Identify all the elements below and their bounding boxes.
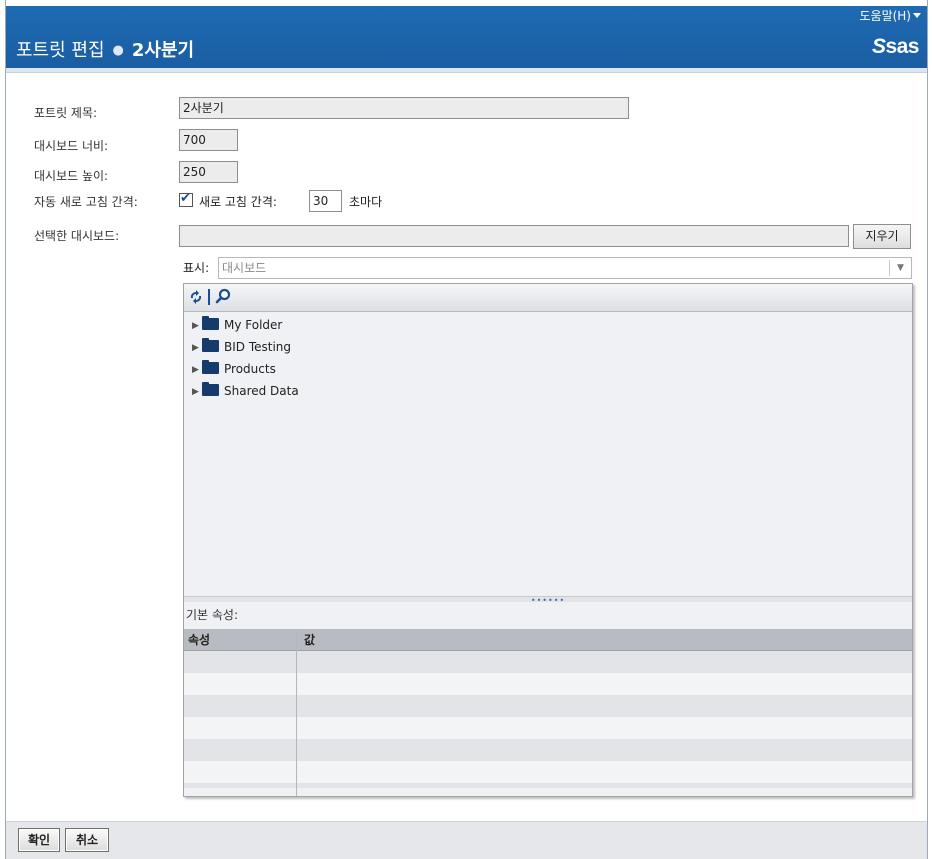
tree-item-my-folder[interactable]: ▶ My Folder	[192, 316, 283, 336]
ok-button[interactable]: 확인	[18, 828, 60, 852]
dialog-footer: 확인 취소	[6, 821, 927, 859]
title-subtitle: 2사분기	[131, 40, 195, 61]
basic-properties-label: 기본 속성:	[184, 603, 912, 629]
table-row	[184, 717, 912, 739]
tree-item-bid-testing[interactable]: ▶ BID Testing	[192, 338, 292, 358]
tree-item-label: Products	[224, 362, 276, 376]
folder-icon	[202, 316, 219, 330]
refresh-interval-unit: 초마다	[349, 195, 383, 209]
portlet-edit-window: 도움말(H) 포트릿 편집 ● 2사분기 Ssas 포트릿 제목: 2사분기 대시보…	[5, 0, 928, 859]
help-label: 도움말(H)	[859, 9, 911, 23]
sas-logo: Ssas	[871, 35, 920, 59]
browser-toolbar	[184, 284, 912, 312]
sas-logo-mark-icon: S	[871, 35, 886, 58]
folder-tree: ▶ My Folder ▶ BID Testing ▶ Products ▶ Share…	[184, 313, 912, 596]
table-row	[184, 651, 912, 673]
expand-arrow-icon[interactable]: ▶	[192, 365, 202, 375]
dashboard-height-label: 대시보드 높이:	[34, 169, 109, 183]
portlet-title-input[interactable]: 2사분기	[179, 97, 629, 119]
properties-table: 속성 값	[184, 629, 912, 796]
column-header-value[interactable]: 값	[304, 629, 315, 651]
expand-arrow-icon[interactable]: ▶	[192, 343, 202, 353]
folder-icon	[202, 338, 219, 352]
title-separator-icon: ●	[112, 43, 124, 58]
chevron-down-icon	[913, 13, 921, 18]
show-label: 표시:	[183, 261, 210, 275]
dashboard-width-label: 대시보드 너비:	[34, 139, 109, 153]
refresh-interval-input[interactable]: 30	[309, 190, 342, 212]
refresh-icon[interactable]	[188, 289, 204, 305]
dashboard-browser-panel: ▶ My Folder ▶ BID Testing ▶ Products ▶ Share…	[183, 283, 913, 797]
dashboard-width-input[interactable]: 700	[179, 129, 238, 151]
page-title: 포트릿 편집 ● 2사분기	[16, 36, 194, 62]
header-divider	[6, 68, 927, 73]
table-row	[184, 695, 912, 717]
auto-refresh-label: 자동 새로 고침 간격:	[34, 195, 138, 209]
portlet-title-label: 포트릿 제목:	[34, 106, 98, 120]
show-select[interactable]: 대시보드 ▼	[218, 257, 912, 279]
tree-item-shared-data[interactable]: ▶ Shared Data	[192, 382, 299, 402]
tree-item-label: My Folder	[224, 318, 283, 332]
search-icon[interactable]	[215, 288, 231, 304]
dropdown-arrow-icon[interactable]: ▼	[889, 260, 911, 276]
tree-item-products[interactable]: ▶ Products	[192, 360, 276, 380]
panel-splitter[interactable]: ••••••	[184, 596, 912, 605]
tree-item-label: Shared Data	[224, 384, 299, 398]
column-divider	[296, 629, 297, 796]
table-row	[184, 739, 912, 761]
expand-arrow-icon[interactable]: ▶	[192, 387, 202, 397]
folder-icon	[202, 360, 219, 374]
tree-item-label: BID Testing	[224, 340, 292, 354]
auto-refresh-checkbox[interactable]	[179, 191, 193, 207]
table-row	[184, 673, 912, 695]
dashboard-height-input[interactable]: 250	[179, 161, 238, 183]
folder-icon	[202, 382, 219, 396]
show-select-value: 대시보드	[222, 261, 267, 275]
help-menu[interactable]: 도움말(H)	[859, 7, 921, 24]
refresh-interval-label: 새로 고침 간격:	[199, 195, 277, 209]
sas-logo-text: sas	[885, 35, 919, 58]
title-text: 포트릿 편집	[16, 40, 105, 61]
clear-button[interactable]: 지우기	[853, 224, 911, 249]
selected-dashboard-label: 선택한 대시보드:	[34, 229, 120, 243]
title-bar: 도움말(H) 포트릿 편집 ● 2사분기 Ssas	[6, 6, 927, 68]
table-row	[184, 783, 912, 788]
table-header: 속성 값	[184, 629, 912, 651]
toolbar-separator	[208, 289, 210, 305]
selected-dashboard-input[interactable]	[179, 225, 849, 247]
expand-arrow-icon[interactable]: ▶	[192, 321, 202, 331]
column-header-property[interactable]: 속성	[188, 629, 210, 651]
cancel-button[interactable]: 취소	[65, 828, 109, 852]
table-row	[184, 761, 912, 783]
